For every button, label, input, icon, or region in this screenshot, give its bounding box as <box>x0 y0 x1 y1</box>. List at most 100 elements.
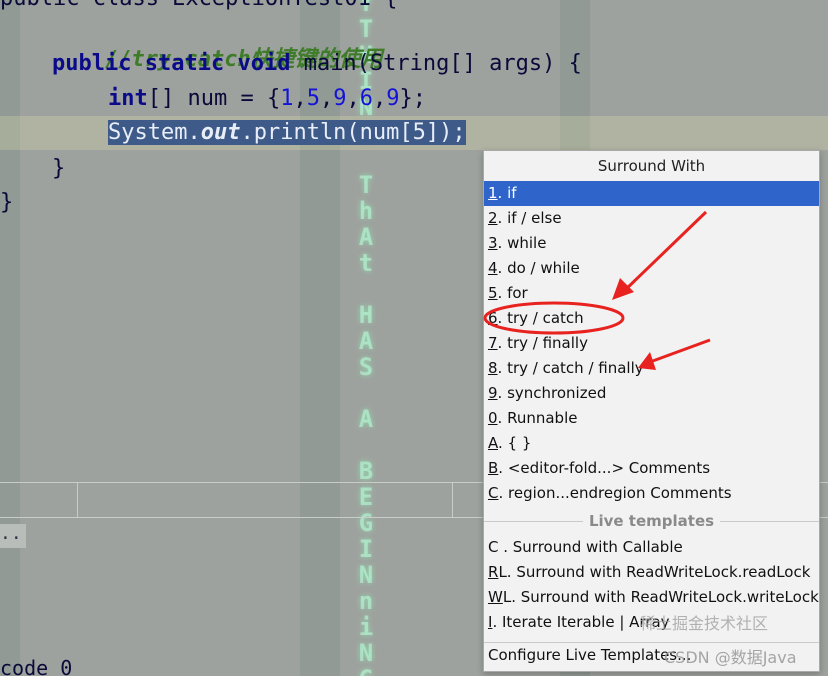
array-value: 9 <box>333 86 347 111</box>
menu-item-label: . Runnable <box>497 409 578 427</box>
menu-item-label: . if / else <box>497 209 562 227</box>
bg-stripe <box>0 0 20 676</box>
separator-line <box>720 520 819 522</box>
menu-item-try-catch[interactable]: 6. try / catch <box>484 306 819 331</box>
live-templates-label: Live templates <box>588 512 715 530</box>
mnemonic: 4 <box>488 259 498 277</box>
menu-item-try-catch-finally[interactable]: 8. try / catch / finally <box>484 356 819 381</box>
mnemonic: C <box>488 484 499 502</box>
keyword-static: static <box>144 51 225 76</box>
selected-code-part: System. <box>108 120 201 145</box>
array-decl-end: }; <box>399 86 426 111</box>
selected-code-out: out <box>200 120 241 145</box>
menu-item-label: . synchronized <box>497 384 607 402</box>
array-decl-text: [] num = { <box>147 86 281 111</box>
mnemonic: 3 <box>488 234 498 252</box>
matrix-glyph: N <box>358 561 374 589</box>
mnemonic: 0 <box>488 409 498 427</box>
matrix-glyph: n <box>358 587 374 615</box>
mnemonic: 5 <box>488 284 498 302</box>
menu-item-label: . try / finally <box>497 334 588 352</box>
template-label: L. Surround with ReadWriteLock.readLock <box>498 563 811 581</box>
template-label: C . Surround with Callable <box>488 538 683 556</box>
mnemonic: 6 <box>488 309 498 327</box>
menu-item-label: . do / while <box>497 259 580 277</box>
matrix-glyph: N <box>358 639 374 667</box>
watermark-juejin: 稀土掘金技术社区 <box>640 614 769 633</box>
template-surround-callable[interactable]: C . Surround with Callable <box>484 535 819 560</box>
matrix-glyph: H <box>358 301 374 329</box>
mnemonic: A <box>488 434 498 452</box>
matrix-glyph <box>352 432 380 458</box>
array-value: 1 <box>280 86 294 111</box>
matrix-glyph: T <box>358 171 374 199</box>
separator-line <box>484 520 583 522</box>
matrix-glyph: h <box>358 197 374 225</box>
divider <box>77 483 78 517</box>
menu-item-runnable[interactable]: 0. Runnable <box>484 406 819 431</box>
menu-item-do-while[interactable]: 4. do / while <box>484 256 819 281</box>
watermark-csdn: CSDN @数据Java <box>664 648 797 667</box>
menu-item-label: . try / catch / finally <box>497 359 644 377</box>
mnemonic: 9 <box>488 384 498 402</box>
matrix-glyph: I <box>358 535 374 563</box>
template-writelock[interactable]: WL. Surround with ReadWriteLock.writeLoc… <box>484 585 819 610</box>
menu-item-if-else[interactable]: 2. if / else <box>484 206 819 231</box>
mnemonic: R <box>488 563 499 581</box>
menu-item-region-comments[interactable]: C. region...endregion Comments <box>484 481 819 506</box>
matrix-glyph: B <box>358 457 374 485</box>
selected-code-part: .println(num[5]); <box>240 120 466 145</box>
matrix-glyph <box>352 276 380 302</box>
mnemonic: B <box>488 459 499 477</box>
template-label: L. Surround with ReadWriteLock.writeLock <box>502 588 819 606</box>
menu-item-label: . <editor-fold...> Comments <box>498 459 711 477</box>
mnemonic: 2 <box>488 209 498 227</box>
live-templates-separator: Live templates <box>484 511 819 531</box>
mnemonic: W <box>488 588 503 606</box>
menu-item-label: . region...endregion Comments <box>498 484 732 502</box>
mnemonic: 1 <box>488 184 498 202</box>
selected-code[interactable]: System.out.println(num[5]); <box>108 120 466 145</box>
matrix-glyph: A <box>358 223 374 251</box>
array-value: 5 <box>306 86 320 111</box>
menu-item-label: . while <box>497 234 547 252</box>
menu-item-if[interactable]: 1. if <box>484 181 819 206</box>
matrix-glyph: A <box>358 405 374 433</box>
console-fold-dots[interactable]: .. <box>0 524 26 548</box>
menu-item-label: . try / catch <box>497 309 584 327</box>
template-readlock[interactable]: RL. Surround with ReadWriteLock.readLock <box>484 560 819 585</box>
code-line-selected-statement[interactable]: System.out.println(num[5]); <box>108 120 466 145</box>
matrix-glyph: S <box>358 353 374 381</box>
menu-item-label: . for <box>497 284 528 302</box>
menu-item-editor-fold-comments[interactable]: B. <editor-fold...> Comments <box>484 456 819 481</box>
code-line-class-decl: public class ExceptionTest01 { <box>0 0 397 11</box>
main-signature-rest: main(String[] args) { <box>290 51 582 76</box>
matrix-glyph: t <box>358 249 374 277</box>
array-value: 9 <box>386 86 400 111</box>
keyword-int: int <box>108 86 148 111</box>
matrix-glyph: G <box>352 666 380 676</box>
menu-item-while[interactable]: 3. while <box>484 231 819 256</box>
code-line-array-decl: int[] num = {1,5,9,6,9}; <box>108 86 426 111</box>
mnemonic: 8 <box>488 359 498 377</box>
popup-title: Surround With <box>597 157 706 175</box>
menu-item-synchronized[interactable]: 9. synchronized <box>484 381 819 406</box>
menu-item-label: . { } <box>498 434 532 452</box>
menu-item-braces[interactable]: A. { } <box>484 431 819 456</box>
divider <box>452 483 453 517</box>
menu-item-for[interactable]: 5. for <box>484 281 819 306</box>
menu-item-try-finally[interactable]: 7. try / finally <box>484 331 819 356</box>
surround-with-popup: Surround With 1. if 2. if / else 3. whil… <box>483 150 820 672</box>
mnemonic: 7 <box>488 334 498 352</box>
matrix-glyph: A <box>358 327 374 355</box>
code-line-close-class: } <box>0 190 14 215</box>
keyword-public: public <box>52 51 132 76</box>
code-line-main-signature: public static void main(String[] args) { <box>52 51 582 76</box>
matrix-glyph: i <box>358 613 374 641</box>
keyword-void: void <box>237 51 291 76</box>
code-line-close-method: } <box>52 156 66 181</box>
array-value: 6 <box>359 86 373 111</box>
menu-item-label: . if <box>497 184 517 202</box>
console-output: code 0 <box>0 656 73 676</box>
matrix-glyph <box>352 380 380 406</box>
